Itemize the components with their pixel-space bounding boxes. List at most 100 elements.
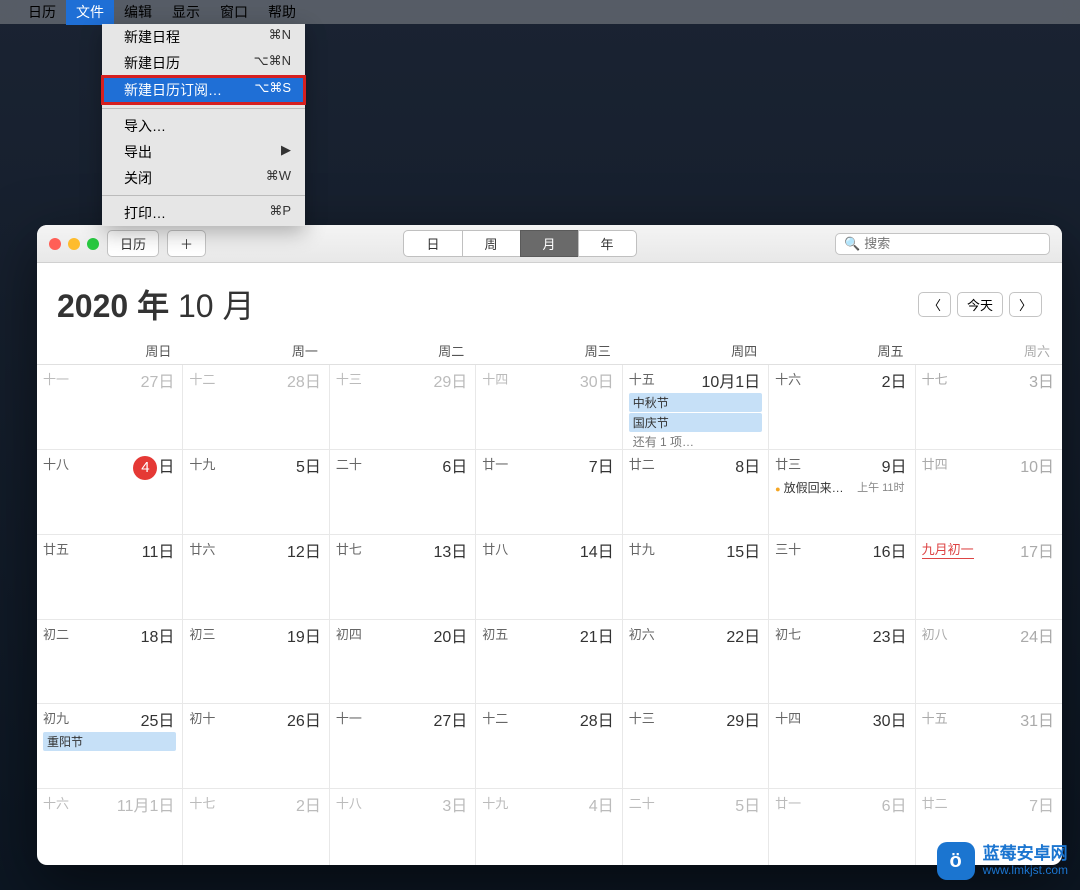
day-cell[interactable]: 十一27日 [330, 704, 476, 789]
day-cell[interactable]: 廿九15日 [623, 535, 769, 620]
date-label: 23日 [873, 623, 907, 647]
window-controls [49, 238, 99, 250]
day-cell[interactable]: 廿一7日 [476, 450, 622, 535]
event-item[interactable]: 国庆节 [629, 413, 762, 432]
view-month[interactable]: 月 [520, 230, 579, 257]
lunar-label: 廿一 [482, 454, 508, 473]
date-label: 28日 [287, 368, 321, 392]
date-label: 6日 [442, 453, 467, 477]
menu-item[interactable]: 打印…⌘P [102, 200, 305, 226]
day-cell[interactable]: 廿三9日放假回来…上午 11时 [769, 450, 915, 535]
day-cell[interactable]: 十三29日 [330, 365, 476, 450]
lunar-label: 初十 [189, 708, 215, 727]
file-menu-dropdown: 新建日程⌘N新建日历⌥⌘N新建日历订阅…⌥⌘S 导入…导出▶关闭⌘W 打印…⌘P [102, 24, 305, 226]
event-item[interactable]: 放假回来…上午 11时 [775, 478, 908, 497]
weekday-header: 周日周一周二周三周四周五周六 [37, 337, 1062, 364]
day-cell[interactable]: 初七23日 [769, 620, 915, 705]
day-cell[interactable]: 廿四10日 [916, 450, 1062, 535]
menu-item[interactable]: 导出▶ [102, 139, 305, 165]
more-events[interactable]: 还有 1 项… [629, 433, 762, 450]
day-cell[interactable]: 廿二8日 [623, 450, 769, 535]
calendar-window: 日历 ＋ 日 周 月 年 🔍 2020 年 10 月 〈 今天 〉 周日周一周二… [37, 225, 1062, 865]
date-label: 15日 [726, 538, 760, 562]
weekday-label: 周三 [476, 337, 622, 364]
day-cell[interactable]: 十四30日 [476, 365, 622, 450]
day-cell[interactable]: 十九4日 [476, 789, 622, 865]
day-cell[interactable]: 十一27日 [37, 365, 183, 450]
menu-item[interactable]: 导入… [102, 113, 305, 139]
menu-item[interactable]: 新建日历订阅…⌥⌘S [101, 75, 306, 105]
event-item[interactable]: 重阳节 [43, 732, 176, 751]
menu-app[interactable]: 日历 [18, 0, 66, 25]
next-month-button[interactable]: 〉 [1009, 292, 1042, 317]
lunar-label: 廿四 [922, 454, 948, 473]
date-label: 11日 [142, 538, 175, 562]
day-cell[interactable]: 初五21日 [476, 620, 622, 705]
lunar-label: 初五 [482, 624, 508, 643]
lunar-label: 二十 [629, 793, 655, 812]
day-cell[interactable]: 十五10月1日中秋节国庆节还有 1 项… [623, 365, 769, 450]
calendars-button[interactable]: 日历 [107, 230, 159, 257]
close-icon[interactable] [49, 238, 61, 250]
day-cell[interactable]: 初三19日 [183, 620, 329, 705]
view-week[interactable]: 周 [462, 230, 521, 257]
day-cell[interactable]: 廿六12日 [183, 535, 329, 620]
menu-item[interactable]: 关闭⌘W [102, 165, 305, 191]
day-cell[interactable]: 九月初一17日 [916, 535, 1062, 620]
day-cell[interactable]: 初六 22日 [623, 620, 769, 705]
day-cell[interactable]: 十七3日 [916, 365, 1062, 450]
lunar-label: 廿二 [922, 793, 948, 812]
day-cell[interactable]: 廿一6日 [769, 789, 915, 865]
day-cell[interactable]: 廿七13日 [330, 535, 476, 620]
day-cell[interactable]: 十八3日 [330, 789, 476, 865]
date-label: 8日 [735, 453, 760, 477]
menu-view[interactable]: 显示 [162, 0, 210, 25]
day-cell[interactable]: 十三29日 [623, 704, 769, 789]
day-cell[interactable]: 初四20日 [330, 620, 476, 705]
day-cell[interactable]: 十七2日 [183, 789, 329, 865]
menu-window[interactable]: 窗口 [210, 0, 258, 25]
day-cell[interactable]: 廿五11日 [37, 535, 183, 620]
day-cell[interactable]: 初八24日 [916, 620, 1062, 705]
search-input[interactable] [864, 236, 1041, 251]
day-cell[interactable]: 十五31日 [916, 704, 1062, 789]
minimize-icon[interactable] [68, 238, 80, 250]
date-label: 2日 [296, 792, 321, 816]
day-cell[interactable]: 十九5日 [183, 450, 329, 535]
day-cell[interactable]: 二十6日 [330, 450, 476, 535]
date-label: 5日 [296, 453, 321, 477]
date-label: 3日 [442, 792, 467, 816]
event-item[interactable]: 中秋节 [629, 393, 762, 412]
day-cell[interactable]: 十二28日 [183, 365, 329, 450]
search-field[interactable]: 🔍 [835, 233, 1050, 255]
day-cell[interactable]: 十四30日 [769, 704, 915, 789]
date-label: 26日 [287, 707, 321, 731]
day-cell[interactable]: 初十 26日 [183, 704, 329, 789]
prev-month-button[interactable]: 〈 [918, 292, 951, 317]
date-label: 4日 [133, 453, 174, 480]
day-cell[interactable]: 初二18日 [37, 620, 183, 705]
date-label: 22日 [726, 623, 760, 647]
view-year[interactable]: 年 [578, 230, 637, 257]
menu-edit[interactable]: 编辑 [114, 0, 162, 25]
day-cell[interactable]: 三十16日 [769, 535, 915, 620]
day-cell[interactable]: 初九25日重阳节 [37, 704, 183, 789]
day-cell[interactable]: 十六2日 [769, 365, 915, 450]
today-button[interactable]: 今天 [957, 292, 1003, 317]
weekday-label: 周一 [183, 337, 329, 364]
add-button[interactable]: ＋ [167, 230, 206, 257]
day-cell[interactable]: 十二28日 [476, 704, 622, 789]
zoom-icon[interactable] [87, 238, 99, 250]
menu-item[interactable]: 新建日历⌥⌘N [102, 50, 305, 76]
menu-file[interactable]: 文件 [66, 0, 114, 25]
menu-item[interactable]: 新建日程⌘N [102, 24, 305, 50]
day-cell[interactable]: 十八4日 [37, 450, 183, 535]
lunar-label: 十五 [629, 369, 655, 388]
date-label: 6日 [882, 792, 907, 816]
day-cell[interactable]: 二十5日 [623, 789, 769, 865]
menu-help[interactable]: 帮助 [258, 0, 306, 25]
view-day[interactable]: 日 [403, 230, 462, 257]
day-cell[interactable]: 廿八14日 [476, 535, 622, 620]
lunar-label: 初六 [629, 624, 655, 643]
day-cell[interactable]: 十六11月1日 [37, 789, 183, 865]
